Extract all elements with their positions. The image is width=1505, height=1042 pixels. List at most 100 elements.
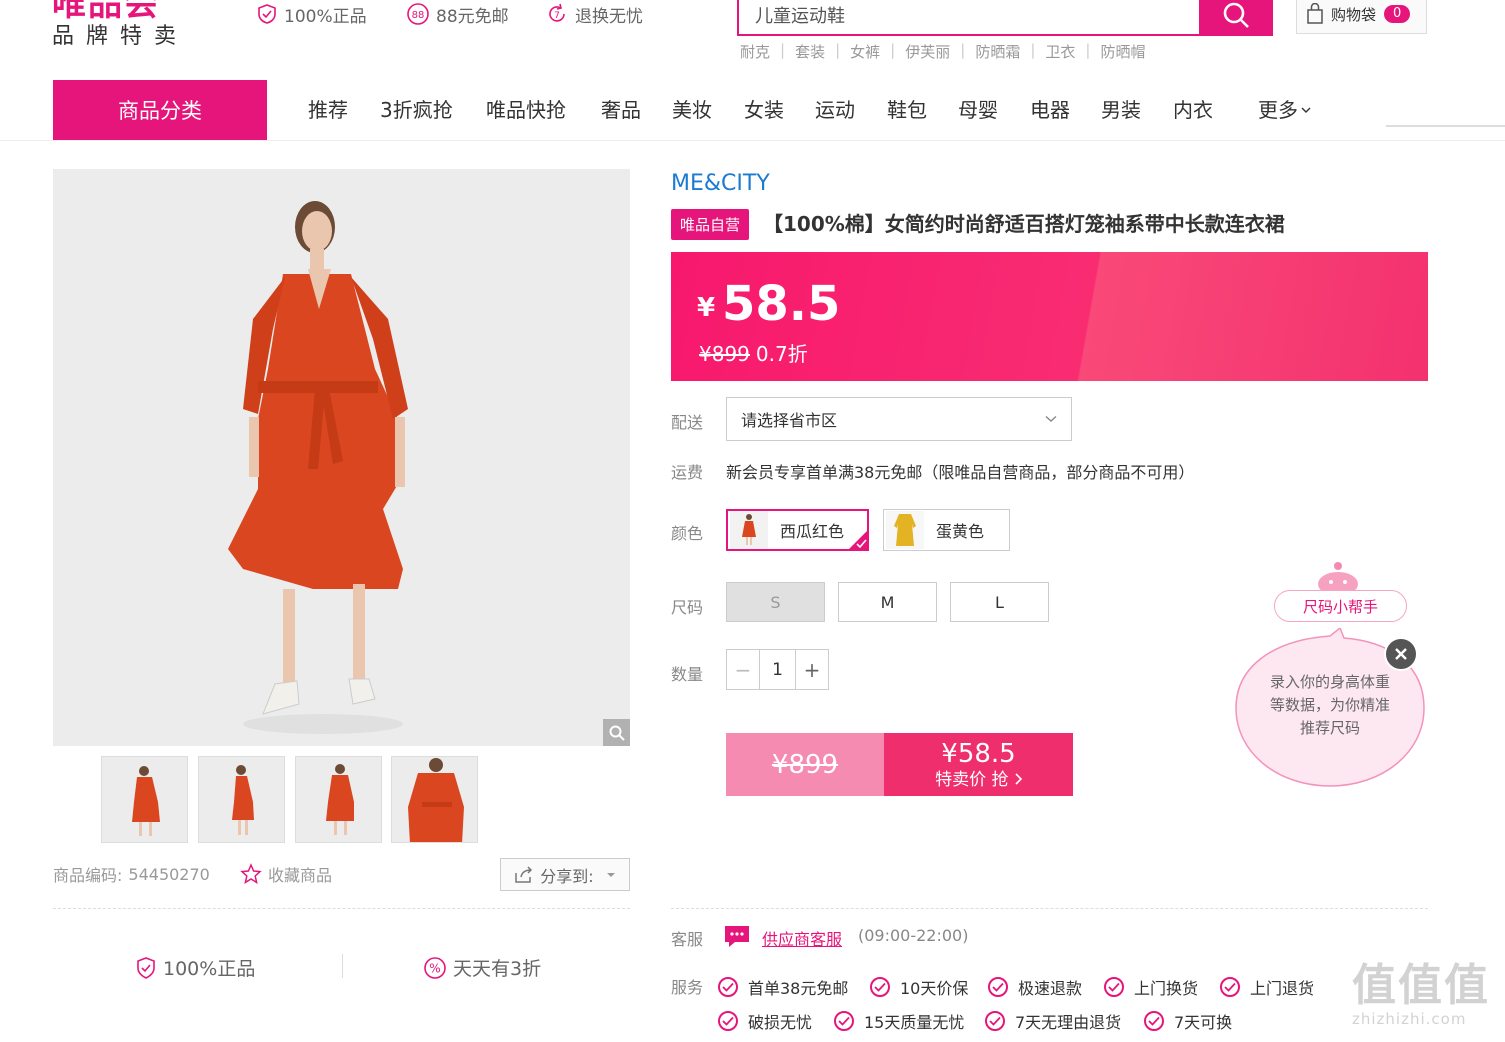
nav-item-shoes-bags[interactable]: 鞋包 bbox=[887, 96, 927, 124]
hotword-link[interactable]: 防晒帽 bbox=[1100, 41, 1145, 62]
color-option-label: 西瓜红色 bbox=[780, 522, 845, 541]
nav-item-sports[interactable]: 运动 bbox=[815, 96, 855, 124]
buy-sale-price: ¥58.5 bbox=[941, 738, 1016, 769]
percent-badge-icon: % bbox=[424, 956, 446, 979]
check-circle-icon bbox=[834, 1011, 854, 1031]
watermark-logo: 值值值 bbox=[1352, 960, 1490, 1011]
favorite-button[interactable]: 收藏商品 bbox=[240, 862, 332, 886]
hotword-link[interactable]: 女裤 bbox=[850, 41, 880, 62]
thumbnail-4[interactable] bbox=[391, 756, 478, 843]
color-option-watermelon-red[interactable]: 西瓜红色 bbox=[726, 509, 869, 551]
service-item: 上门退货 bbox=[1220, 975, 1314, 999]
close-button[interactable] bbox=[1384, 637, 1418, 671]
guarantee-daily-discount: % 天天有3折 bbox=[423, 954, 541, 981]
search-button[interactable] bbox=[1199, 0, 1273, 36]
nav-item-flash-sale[interactable]: 唯品快抢 bbox=[486, 96, 566, 124]
guarantee-label: 100%正品 bbox=[163, 958, 256, 980]
hotword-link[interactable]: 耐克 bbox=[740, 41, 770, 62]
search-input[interactable] bbox=[739, 0, 1201, 34]
service-item-label: 首单38元免邮 bbox=[748, 979, 849, 998]
self-operated-badge: 唯品自营 bbox=[671, 209, 749, 240]
shipping-info: 新会员专享首单满38元免邮（限唯品自营商品，部分商品不可用） bbox=[726, 463, 1195, 482]
svg-text:%: % bbox=[429, 961, 440, 975]
shopping-bag-label: 购物袋 bbox=[1331, 5, 1377, 24]
thumbnail-3[interactable] bbox=[295, 756, 382, 843]
size-helper-button[interactable]: 尺码小帮手 bbox=[1274, 590, 1407, 622]
nav-more-label: 更多 bbox=[1258, 98, 1298, 122]
hot-search-words: 耐克 | 套装 | 女裤 | 伊芙丽 | 防晒霜 | 卫衣 | 防晒帽 bbox=[740, 41, 1146, 62]
dress-model-photo bbox=[53, 169, 630, 746]
nav-underline bbox=[1386, 125, 1505, 127]
hotword-link[interactable]: 套装 bbox=[795, 41, 825, 62]
promise-label: 退换无忧 bbox=[575, 6, 643, 27]
product-main-image[interactable] bbox=[53, 169, 630, 746]
svg-text:88: 88 bbox=[412, 10, 425, 21]
hotword-link[interactable]: 伊芙丽 bbox=[905, 41, 950, 62]
caret-down-icon bbox=[606, 872, 615, 877]
divider bbox=[342, 954, 343, 978]
zoom-button[interactable] bbox=[603, 719, 630, 746]
chevron-right-icon bbox=[1015, 772, 1023, 785]
product-code-value: 54450270 bbox=[128, 864, 210, 884]
nav-item-30-off[interactable]: 3折疯抢 bbox=[380, 96, 453, 124]
shopping-bag-button[interactable]: 购物袋 0 bbox=[1296, 0, 1427, 34]
size-option-l[interactable]: L bbox=[950, 582, 1049, 622]
promise-returns: 7 退换无忧 bbox=[545, 2, 643, 27]
divider bbox=[671, 908, 1428, 909]
buy-now-label: 特卖价 抢 bbox=[935, 769, 1009, 790]
promise-label: 100%正品 bbox=[284, 6, 367, 27]
promise-label: 88元免邮 bbox=[436, 6, 509, 27]
nav-item-underwear[interactable]: 内衣 bbox=[1173, 96, 1213, 124]
thumbnail-1[interactable] bbox=[101, 756, 188, 843]
hotword-link[interactable]: 防晒霜 bbox=[975, 41, 1020, 62]
service-item-label: 上门换货 bbox=[1134, 979, 1199, 998]
service-item: 10天价保 bbox=[870, 975, 968, 999]
thumbnail-2[interactable] bbox=[198, 756, 285, 843]
star-icon bbox=[240, 863, 262, 884]
service-item-label: 7天可换 bbox=[1174, 1013, 1233, 1032]
quantity-value[interactable]: 1 bbox=[759, 650, 796, 689]
cart-count-badge: 0 bbox=[1384, 5, 1411, 23]
size-option-s[interactable]: S bbox=[726, 582, 825, 622]
nav-item-recommend[interactable]: 推荐 bbox=[308, 96, 348, 124]
thumbnail-image bbox=[102, 757, 187, 842]
product-title: 【100%棉】女简约时尚舒适百搭灯笼袖系带中长款连衣裙 bbox=[763, 212, 1285, 236]
category-menu-button[interactable]: 商品分类 bbox=[53, 80, 267, 140]
color-swatch bbox=[730, 511, 768, 549]
nav-item-women[interactable]: 女装 bbox=[744, 96, 784, 124]
share-button[interactable]: 分享到: bbox=[500, 858, 630, 891]
color-option-egg-yellow[interactable]: 蛋黄色 bbox=[883, 509, 1010, 551]
nav-item-baby[interactable]: 母婴 bbox=[958, 96, 998, 124]
brand-link[interactable]: ME&CITY bbox=[671, 171, 770, 196]
chevron-down-icon bbox=[1045, 415, 1057, 422]
nav-item-beauty[interactable]: 美妆 bbox=[672, 96, 712, 124]
supplier-service-link[interactable]: 供应商客服 bbox=[762, 926, 842, 950]
share-label: 分享到: bbox=[540, 866, 594, 886]
check-circle-icon bbox=[988, 977, 1008, 997]
service-item: 上门换货 bbox=[1104, 975, 1198, 999]
original-price: ¥899 bbox=[699, 342, 750, 366]
chat-icon bbox=[725, 926, 749, 947]
size-option-m[interactable]: M bbox=[838, 582, 937, 622]
nav-more[interactable]: 更多 bbox=[1258, 96, 1311, 124]
buy-button[interactable]: ¥899 ¥58.5 特卖价 抢 bbox=[726, 733, 1073, 796]
product-code: 商品编码: 54450270 bbox=[53, 862, 210, 886]
search-icon bbox=[1223, 2, 1249, 28]
region-select[interactable]: 请选择省市区 bbox=[726, 397, 1072, 441]
site-logo[interactable]: 唯品会 bbox=[52, 0, 160, 22]
nav-item-appliances[interactable]: 电器 bbox=[1030, 96, 1070, 124]
buy-now[interactable]: ¥58.5 特卖价 抢 bbox=[884, 733, 1073, 796]
nav-item-men[interactable]: 男装 bbox=[1101, 96, 1141, 124]
check-circle-icon bbox=[1104, 977, 1124, 997]
hotword-link[interactable]: 卫衣 bbox=[1045, 41, 1075, 62]
shield-icon bbox=[258, 4, 276, 24]
decrease-button[interactable]: − bbox=[727, 650, 759, 689]
watermark-url: zhizhizhi.com bbox=[1352, 1010, 1467, 1028]
thumbnail-image bbox=[392, 757, 477, 842]
nav-item-luxury[interactable]: 奢品 bbox=[601, 96, 641, 124]
increase-button[interactable]: + bbox=[796, 650, 828, 689]
check-circle-icon bbox=[718, 1011, 738, 1031]
color-swatch bbox=[886, 511, 924, 549]
service-item-label: 极速退款 bbox=[1018, 979, 1083, 998]
quantity-label: 数量 bbox=[671, 665, 704, 684]
